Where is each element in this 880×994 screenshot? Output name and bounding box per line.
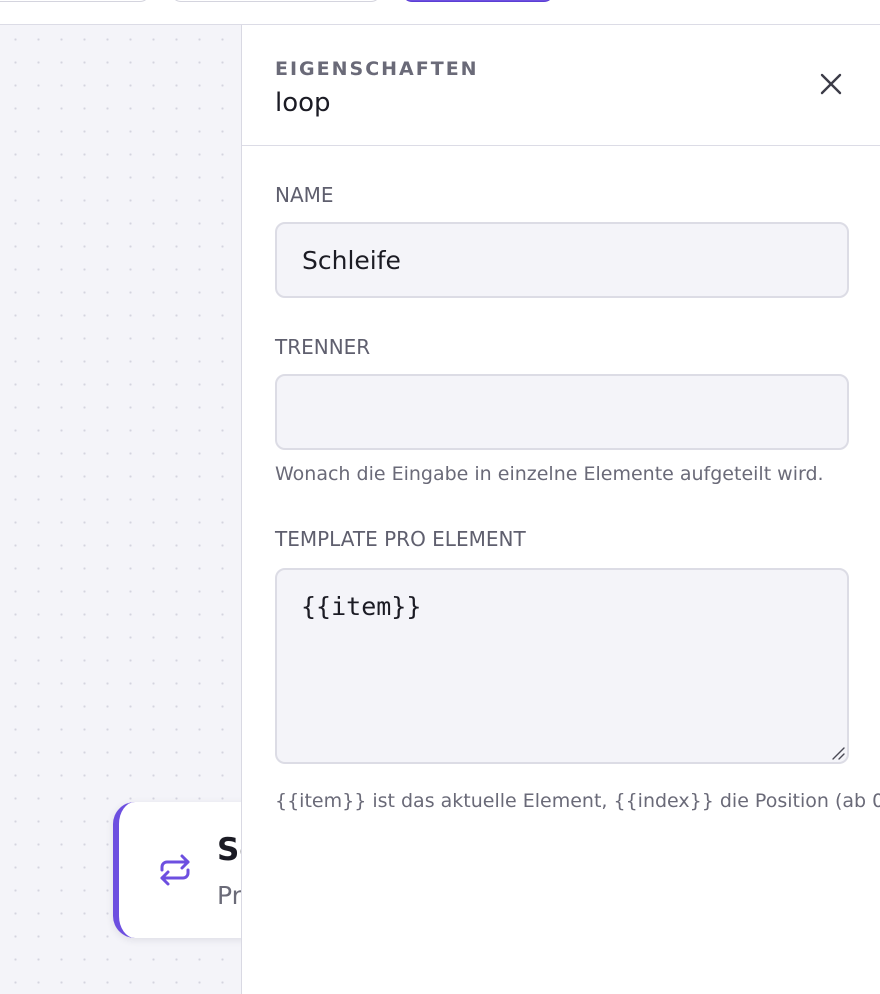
separator-label: TRENNER: [275, 335, 371, 359]
close-icon: [816, 73, 846, 103]
separator-input[interactable]: [275, 374, 849, 450]
panel-title: loop: [275, 88, 331, 118]
separator-hint: Wonach die Eingabe in einzelne Elemente …: [275, 463, 824, 485]
repeat-icon: [155, 850, 195, 890]
properties-panel: EIGENSCHAFTEN loop NAME TRENNER Wonach d…: [241, 25, 880, 994]
panel-header: EIGENSCHAFTEN loop: [242, 25, 880, 146]
close-button[interactable]: [816, 69, 846, 99]
template-hint: {{item}} ist das aktuelle Element, {{ind…: [275, 790, 880, 812]
toolbar-button[interactable]: [0, 0, 150, 2]
loop-node[interactable]: Schleife Pro: [113, 802, 241, 938]
toolbar: [0, 0, 880, 25]
name-label: NAME: [275, 183, 334, 207]
node-title: Schleife: [217, 832, 241, 868]
resize-handle-icon[interactable]: [830, 745, 846, 761]
template-textarea[interactable]: {{item}}: [275, 568, 849, 764]
name-input[interactable]: [275, 222, 849, 298]
toolbar-primary-button[interactable]: [402, 0, 554, 2]
template-label: TEMPLATE PRO ELEMENT: [275, 527, 526, 551]
panel-overline: EIGENSCHAFTEN: [275, 58, 479, 80]
toolbar-button[interactable]: [171, 0, 381, 2]
flow-canvas[interactable]: Schleife Pro: [0, 25, 241, 994]
app-root: Schleife Pro EIGENSCHAFTEN loop NAME TRE…: [0, 0, 880, 994]
node-subtitle: Pro: [217, 881, 241, 910]
